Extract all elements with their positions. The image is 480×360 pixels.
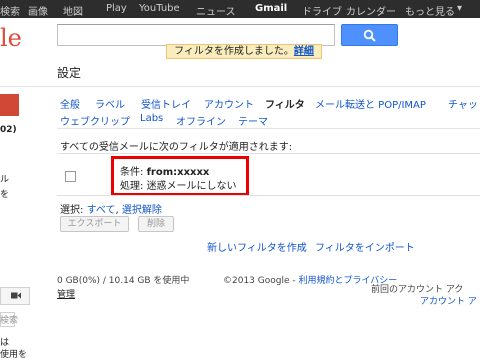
tab-webclips[interactable]: ウェブクリップ: [60, 113, 130, 128]
select-all-link[interactable]: すべて: [87, 205, 116, 216]
chat-search-placeholder: 検索: [0, 316, 19, 326]
topbar-maps[interactable]: 地図: [63, 3, 83, 18]
search-button[interactable]: [341, 24, 398, 46]
sidebar-text: 使用を: [0, 350, 28, 360]
delete-button[interactable]: 削除: [138, 216, 174, 232]
tab-forwarding[interactable]: メール転送と POP/IMAP: [315, 96, 426, 111]
topbar-gmail[interactable]: Gmail: [255, 3, 287, 14]
storage-usage: 0 GB(0%) / 10.14 GB を使用中: [57, 276, 190, 286]
google-bar: 検索 画像 地図 Play YouTube ニュース Gmail ドライブ カレ…: [0, 0, 480, 18]
filter-checkbox[interactable]: [65, 171, 76, 182]
copyright-text: ©2013 Google -: [223, 276, 299, 286]
tab-filters[interactable]: フィルタ: [265, 96, 305, 111]
sidebar-fragment[interactable]: ル: [0, 172, 9, 185]
row-divider: [57, 195, 480, 196]
tab-general[interactable]: 全般: [60, 96, 80, 111]
topbar-calendar[interactable]: カレンダー: [346, 3, 396, 18]
search-icon: [363, 29, 376, 42]
select-none-link[interactable]: 選択解除: [122, 205, 162, 216]
action-value: 迷惑メールにしない: [146, 181, 237, 192]
tab-chat[interactable]: チャット: [448, 96, 480, 111]
topbar-play[interactable]: Play: [106, 3, 127, 14]
create-filter-link[interactable]: 新しいフィルタを作成: [207, 239, 307, 254]
google-logo[interactable]: le: [0, 24, 22, 52]
search-input[interactable]: [57, 24, 335, 46]
topbar-more[interactable]: もっと見る: [405, 3, 455, 18]
topbar-drive[interactable]: ドライブ: [302, 3, 342, 18]
chevron-down-icon: ▾: [457, 3, 463, 14]
compose-button[interactable]: [0, 94, 19, 116]
topbar-news[interactable]: ニュース: [196, 3, 236, 18]
header-divider: [0, 86, 480, 87]
activity-details-link[interactable]: アカウント ア: [420, 294, 477, 307]
action-label: 処理:: [120, 181, 147, 192]
filter-condition[interactable]: 条件: from:xxxxx: [120, 163, 209, 178]
notice-text: フィルタを作成しました。: [174, 46, 294, 57]
filter-action[interactable]: 処理: 迷惑メールにしない: [120, 177, 237, 192]
manage-storage-link[interactable]: 管理: [57, 287, 75, 300]
topbar-search[interactable]: 検索: [0, 3, 20, 18]
tab-offline[interactable]: オフライン: [176, 113, 226, 128]
tab-inbox[interactable]: 受信トレイ: [141, 96, 191, 111]
notice-details-link[interactable]: 詳細: [294, 46, 314, 57]
inbox-count[interactable]: 02): [0, 125, 17, 135]
select-label: 選択:: [60, 205, 87, 216]
tab-accounts[interactable]: アカウント: [204, 96, 254, 111]
topbar-images[interactable]: 画像: [28, 3, 48, 18]
import-filters-link[interactable]: フィルタをインポート: [315, 239, 415, 254]
tab-labs[interactable]: Labs: [140, 113, 163, 124]
tabs-divider: [57, 128, 480, 129]
filters-heading: すべての受信メールに次のフィルタが適用されます:: [60, 142, 293, 153]
page-title: 設定: [57, 66, 82, 80]
export-button[interactable]: エクスポート: [60, 216, 129, 232]
tab-labels[interactable]: ラベル: [95, 96, 125, 111]
sidebar-fragment[interactable]: を: [0, 187, 9, 200]
tab-themes[interactable]: テーマ: [238, 113, 268, 128]
selection-controls: 選択: すべて, 選択解除: [60, 201, 162, 216]
topbar-youtube[interactable]: YouTube: [139, 3, 180, 14]
notice-bar: フィルタを作成しました。詳細: [166, 44, 322, 59]
video-camera-icon: [11, 292, 21, 299]
row-divider: [57, 153, 480, 154]
